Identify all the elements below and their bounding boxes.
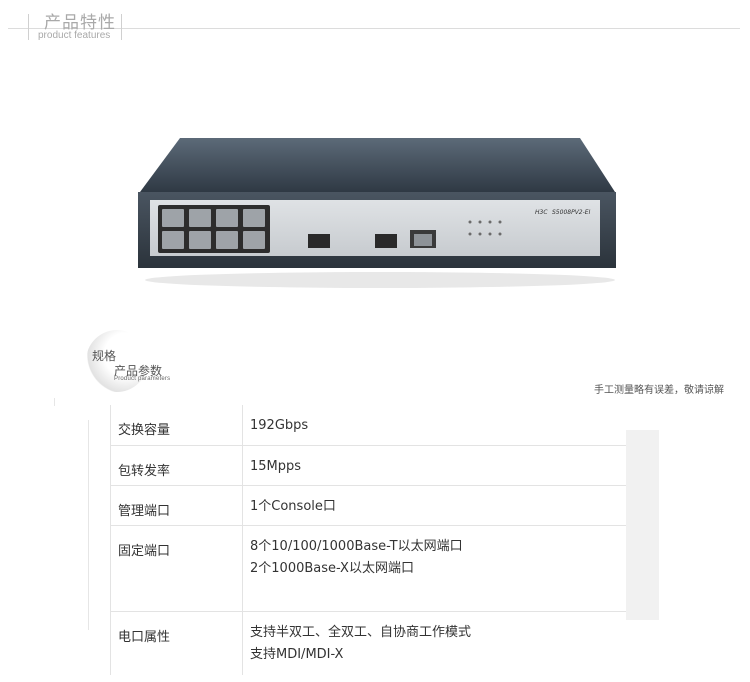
sfp-port-2 xyxy=(375,234,397,248)
spec-label: 电口属性 xyxy=(118,630,171,645)
spec-table: 交换容量 192Gbps 包转发率 15Mpps 管理端口 1个Console口… xyxy=(110,405,626,682)
table-row: 包转发率 15Mpps xyxy=(110,446,626,486)
table-row: 交换容量 192Gbps xyxy=(110,405,626,446)
spec-value: 2个1000Base-X以太网端口 xyxy=(250,561,414,576)
header-divider-right xyxy=(121,14,122,40)
section-subtitle: product features xyxy=(37,30,112,41)
product-image: H3C S5008PV2-EI xyxy=(138,138,616,288)
spec-label: 包转发率 xyxy=(118,464,171,479)
spec-label: 固定端口 xyxy=(118,544,171,559)
measurement-note: 手工测量略有误差，敬请谅解 xyxy=(594,385,724,396)
brand-label: H3C xyxy=(535,209,548,216)
decor-line xyxy=(54,398,55,406)
spec-value: 192Gbps xyxy=(250,418,309,433)
model-label: S5008PV2-EI xyxy=(552,209,591,216)
spec-value: 15Mpps xyxy=(250,459,302,474)
spec-value: 支持MDI/MDI-X xyxy=(250,647,344,662)
spec-label: 管理端口 xyxy=(118,504,171,519)
spec-subheading-en: Product parameters xyxy=(114,376,171,382)
spec-label: 交换容量 xyxy=(118,423,171,438)
spec-value: 1个Console口 xyxy=(250,499,336,514)
header-divider xyxy=(8,28,740,29)
decor-block xyxy=(626,430,659,620)
header-divider-left xyxy=(28,14,29,40)
spec-heading: 规格 xyxy=(92,349,117,363)
section-header: 产品特性 product features xyxy=(0,0,750,45)
spec-value: 8个10/100/1000Base-T以太网端口 xyxy=(250,539,463,554)
sfp-port-1 xyxy=(308,234,330,248)
table-row: 管理端口 1个Console口 xyxy=(110,486,626,526)
decor-line xyxy=(88,420,89,630)
table-row: 固定端口 8个10/100/1000Base-T以太网端口 2个1000Base… xyxy=(110,526,626,612)
spec-value: 支持半双工、全双工、自协商工作模式 xyxy=(250,625,472,640)
